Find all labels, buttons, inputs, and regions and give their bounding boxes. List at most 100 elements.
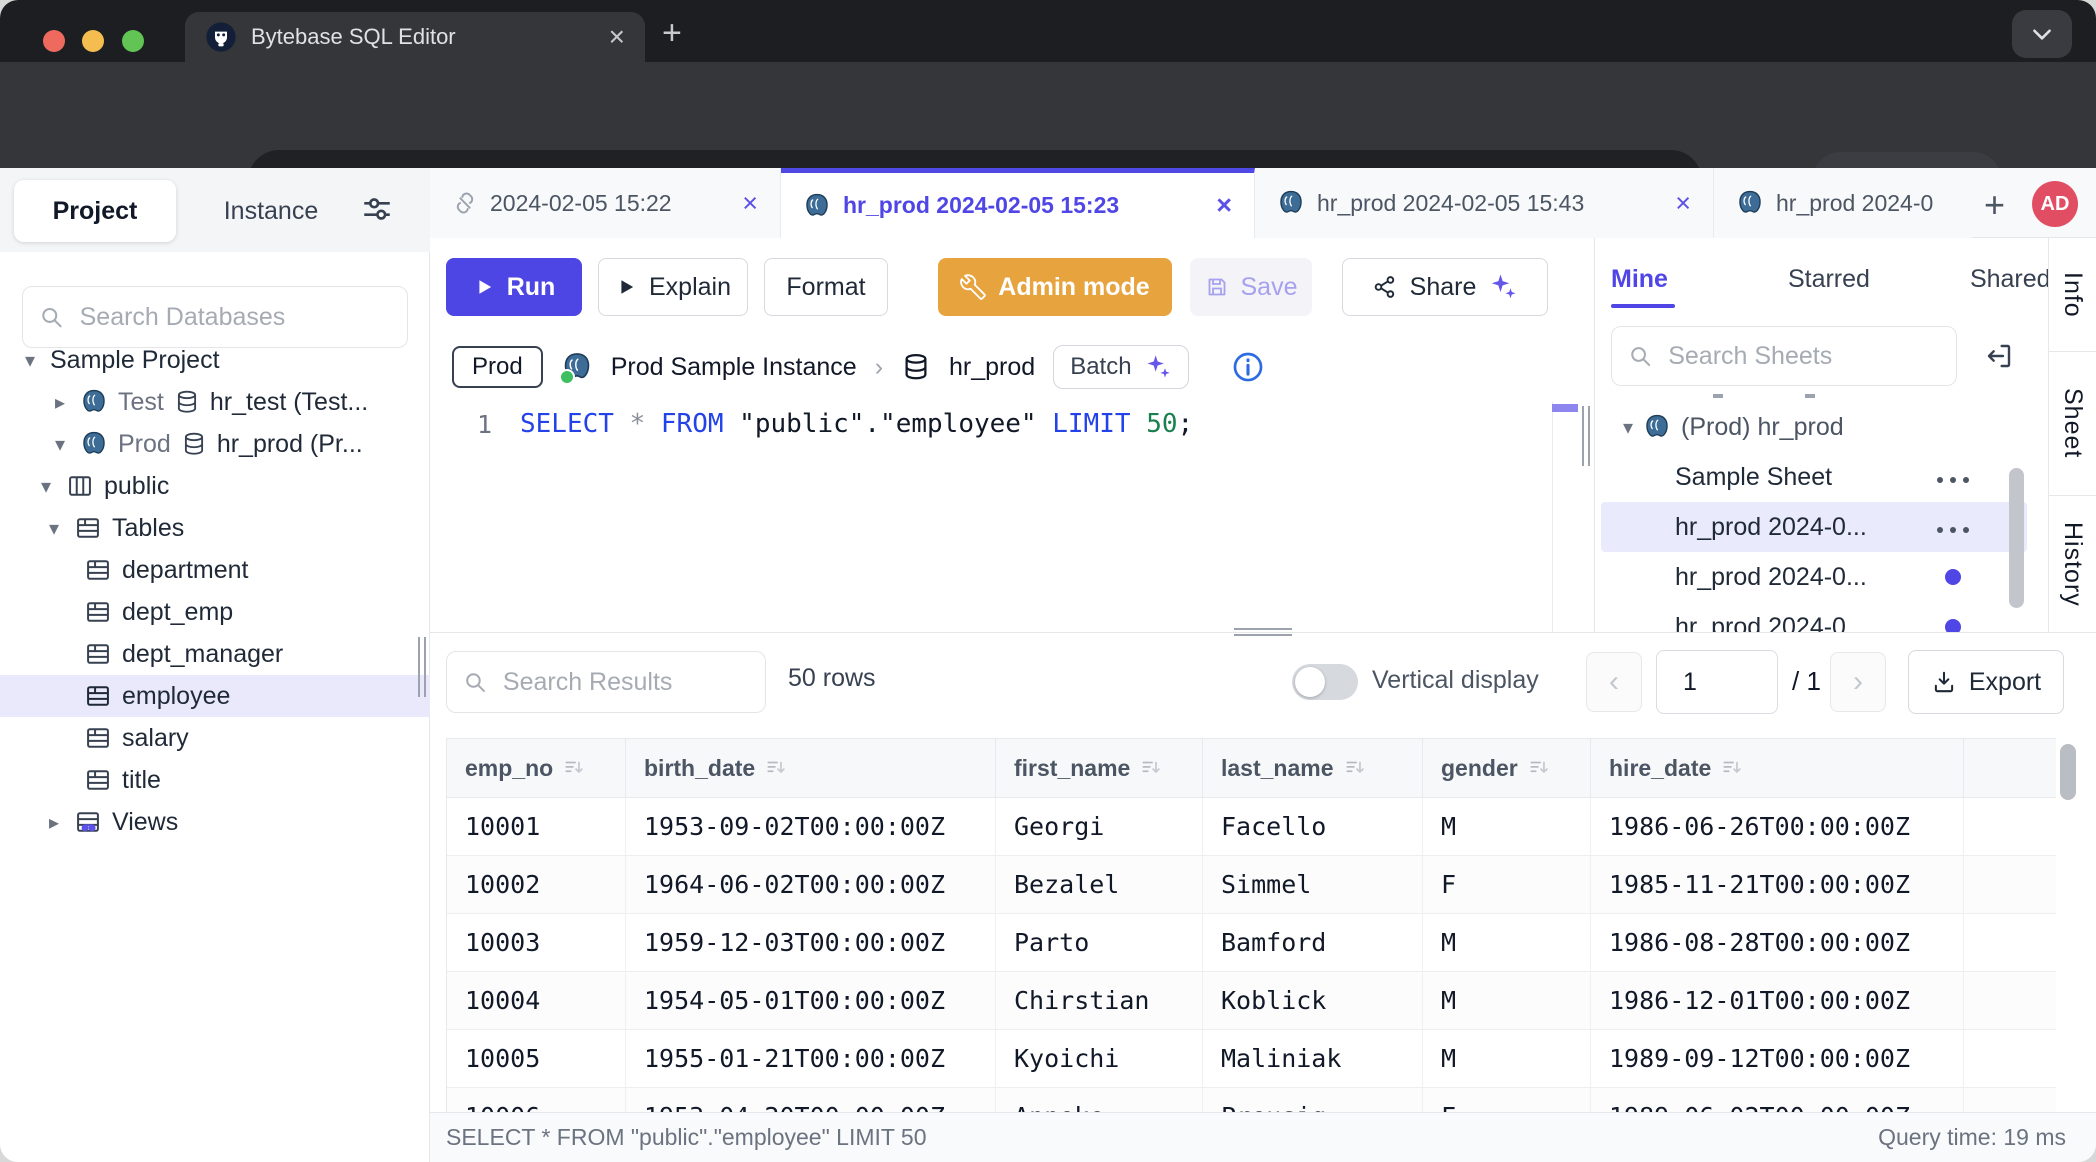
tab-shared-with[interactable]: Shared w <box>1970 265 2048 294</box>
cell-birth-date[interactable]: 1955-01-21T00:00:00Z <box>626 1030 996 1087</box>
sheets-search-input[interactable] <box>1666 341 1940 372</box>
add-worksheet-button[interactable]: + <box>1984 184 2005 226</box>
caret-right-icon[interactable]: ▸ <box>44 810 64 835</box>
cell-first-name[interactable]: Bezalel <box>996 856 1203 913</box>
sort-icon[interactable] <box>1721 757 1743 779</box>
results-search-input[interactable] <box>501 667 749 698</box>
run-button[interactable]: Run <box>446 258 582 316</box>
cell-first-name[interactable]: Kyoichi <box>996 1030 1203 1087</box>
sheet-item-selected[interactable]: hr_prod 2024-0... <box>1601 502 2027 552</box>
collapse-panel-icon[interactable] <box>1983 340 2015 372</box>
caret-down-icon[interactable]: ▾ <box>1623 415 1633 440</box>
close-window-button[interactable] <box>43 30 65 52</box>
table-scrollbar-thumb[interactable] <box>2060 744 2076 800</box>
table-row[interactable]: 10002 1964-06-02T00:00:00Z Bezalel Simme… <box>447 856 2056 914</box>
tab-mine[interactable]: Mine <box>1611 265 1668 294</box>
cell-hire-date[interactable]: 1989-06-02T00:00:00Z <box>1591 1088 1964 1112</box>
sort-icon[interactable] <box>1140 757 1162 779</box>
minimize-window-button[interactable] <box>82 30 104 52</box>
browser-tab[interactable]: Bytebase SQL Editor × <box>185 12 645 62</box>
rail-tab-info[interactable]: Info <box>2049 238 2096 352</box>
sheet-menu-icon[interactable] <box>1937 477 1971 483</box>
cell-emp-no[interactable]: 10001 <box>447 798 626 855</box>
filter-settings-icon[interactable] <box>360 192 394 226</box>
database-name[interactable]: hr_prod <box>949 353 1035 382</box>
tree-item-table-dept-emp[interactable]: dept_emp <box>0 591 430 633</box>
format-button[interactable]: Format <box>764 258 888 316</box>
caret-down-icon[interactable]: ▾ <box>20 348 40 373</box>
cell-last-name[interactable]: Bamford <box>1203 914 1423 971</box>
column-header-last-name[interactable]: last_name <box>1203 739 1423 797</box>
cell-first-name[interactable]: Georgi <box>996 798 1203 855</box>
sort-icon[interactable] <box>1344 757 1366 779</box>
share-button[interactable]: Share <box>1342 258 1548 316</box>
info-icon[interactable] <box>1231 350 1265 384</box>
cell-first-name[interactable]: Anneke <box>996 1088 1203 1112</box>
cell-last-name[interactable]: Preusig <box>1203 1088 1423 1112</box>
table-row[interactable]: 10003 1959-12-03T00:00:00Z Parto Bamford… <box>447 914 2056 972</box>
column-header-gender[interactable]: gender <box>1423 739 1591 797</box>
cell-gender[interactable]: M <box>1423 1030 1591 1087</box>
cell-gender[interactable]: F <box>1423 1088 1591 1112</box>
cell-last-name[interactable]: Maliniak <box>1203 1030 1423 1087</box>
cell-emp-no[interactable]: 10002 <box>447 856 626 913</box>
tree-item-views-group[interactable]: ▸ Views <box>0 801 430 843</box>
panel-resize-handle-vertical[interactable] <box>1582 406 1590 466</box>
sidebar-resize-handle[interactable] <box>418 637 426 697</box>
editor-overview-ruler[interactable] <box>1552 402 1579 632</box>
cell-hire-date[interactable]: 1986-06-26T00:00:00Z <box>1591 798 1964 855</box>
next-page-button[interactable]: › <box>1830 652 1886 712</box>
tree-item-table-dept-manager[interactable]: dept_manager <box>0 633 430 675</box>
tree-item-schema-public[interactable]: ▾ public <box>0 465 430 507</box>
cell-birth-date[interactable]: 1964-06-02T00:00:00Z <box>626 856 996 913</box>
tree-item-table-department[interactable]: department <box>0 549 430 591</box>
cell-hire-date[interactable]: 1986-08-28T00:00:00Z <box>1591 914 1964 971</box>
worksheet-tab-2-active[interactable]: hr_prod 2024-02-05 15:23 × <box>781 168 1255 238</box>
tree-item-hr-test[interactable]: ▸ Test hr_test (Test... <box>0 381 430 423</box>
column-header-birth-date[interactable]: birth_date <box>626 739 996 797</box>
cell-emp-no[interactable]: 10006 <box>447 1088 626 1112</box>
results-search[interactable] <box>446 651 766 713</box>
tab-search-button[interactable] <box>2012 10 2072 58</box>
user-avatar[interactable]: AD <box>2032 181 2078 227</box>
tab-instance[interactable]: Instance <box>196 180 346 242</box>
cell-birth-date[interactable]: 1959-12-03T00:00:00Z <box>626 914 996 971</box>
cell-gender[interactable]: M <box>1423 972 1591 1029</box>
worksheet-tab-1[interactable]: 2024-02-05 15:22 × <box>430 168 781 238</box>
column-header-emp-no[interactable]: emp_no <box>447 739 626 797</box>
sort-icon[interactable] <box>765 757 787 779</box>
cell-gender[interactable]: M <box>1423 798 1591 855</box>
caret-down-icon[interactable]: ▾ <box>44 516 64 541</box>
caret-down-icon[interactable]: ▾ <box>50 432 70 457</box>
cell-birth-date[interactable]: 1954-05-01T00:00:00Z <box>626 972 996 1029</box>
table-row[interactable]: 10004 1954-05-01T00:00:00Z Chirstian Kob… <box>447 972 2056 1030</box>
close-tab-icon[interactable]: × <box>1675 188 1691 219</box>
database-search-input[interactable] <box>78 302 391 333</box>
close-tab-icon[interactable]: × <box>1216 190 1232 221</box>
column-header-hire-date[interactable]: hire_date <box>1591 739 1964 797</box>
cell-gender[interactable]: F <box>1423 856 1591 913</box>
rail-tab-history[interactable]: History <box>2049 496 2096 632</box>
tree-item-table-title[interactable]: title <box>0 759 430 801</box>
sheet-item-unsaved-2[interactable]: hr_prod 2024-0 <box>1601 602 2027 632</box>
cell-emp-no[interactable]: 10005 <box>447 1030 626 1087</box>
cell-emp-no[interactable]: 10004 <box>447 972 626 1029</box>
caret-right-icon[interactable]: ▸ <box>50 390 70 415</box>
tree-item-table-salary[interactable]: salary <box>0 717 430 759</box>
tree-item-tables-group[interactable]: ▾ Tables <box>0 507 430 549</box>
new-browser-tab-button[interactable]: + <box>662 14 682 53</box>
browser-tab-close-icon[interactable]: × <box>609 23 625 51</box>
batch-button[interactable]: Batch <box>1053 345 1188 389</box>
tab-project[interactable]: Project <box>14 180 176 242</box>
tree-item-table-employee-selected[interactable]: employee <box>0 675 430 717</box>
table-row-clipped[interactable]: 10006 1953-04-20T00:00:00Z Anneke Preusi… <box>447 1088 2056 1112</box>
table-row[interactable]: 10005 1955-01-21T00:00:00Z Kyoichi Malin… <box>447 1030 2056 1088</box>
export-button[interactable]: Export <box>1908 650 2064 714</box>
cell-hire-date[interactable]: 1986-12-01T00:00:00Z <box>1591 972 1964 1029</box>
caret-down-icon[interactable]: ▾ <box>36 474 56 499</box>
prev-page-button[interactable]: ‹ <box>1586 652 1642 712</box>
cell-gender[interactable]: M <box>1423 914 1591 971</box>
worksheet-tab-4[interactable]: hr_prod 2024-0 <box>1714 168 1972 238</box>
instance-name[interactable]: Prod Sample Instance <box>611 353 857 382</box>
cell-last-name[interactable]: Simmel <box>1203 856 1423 913</box>
